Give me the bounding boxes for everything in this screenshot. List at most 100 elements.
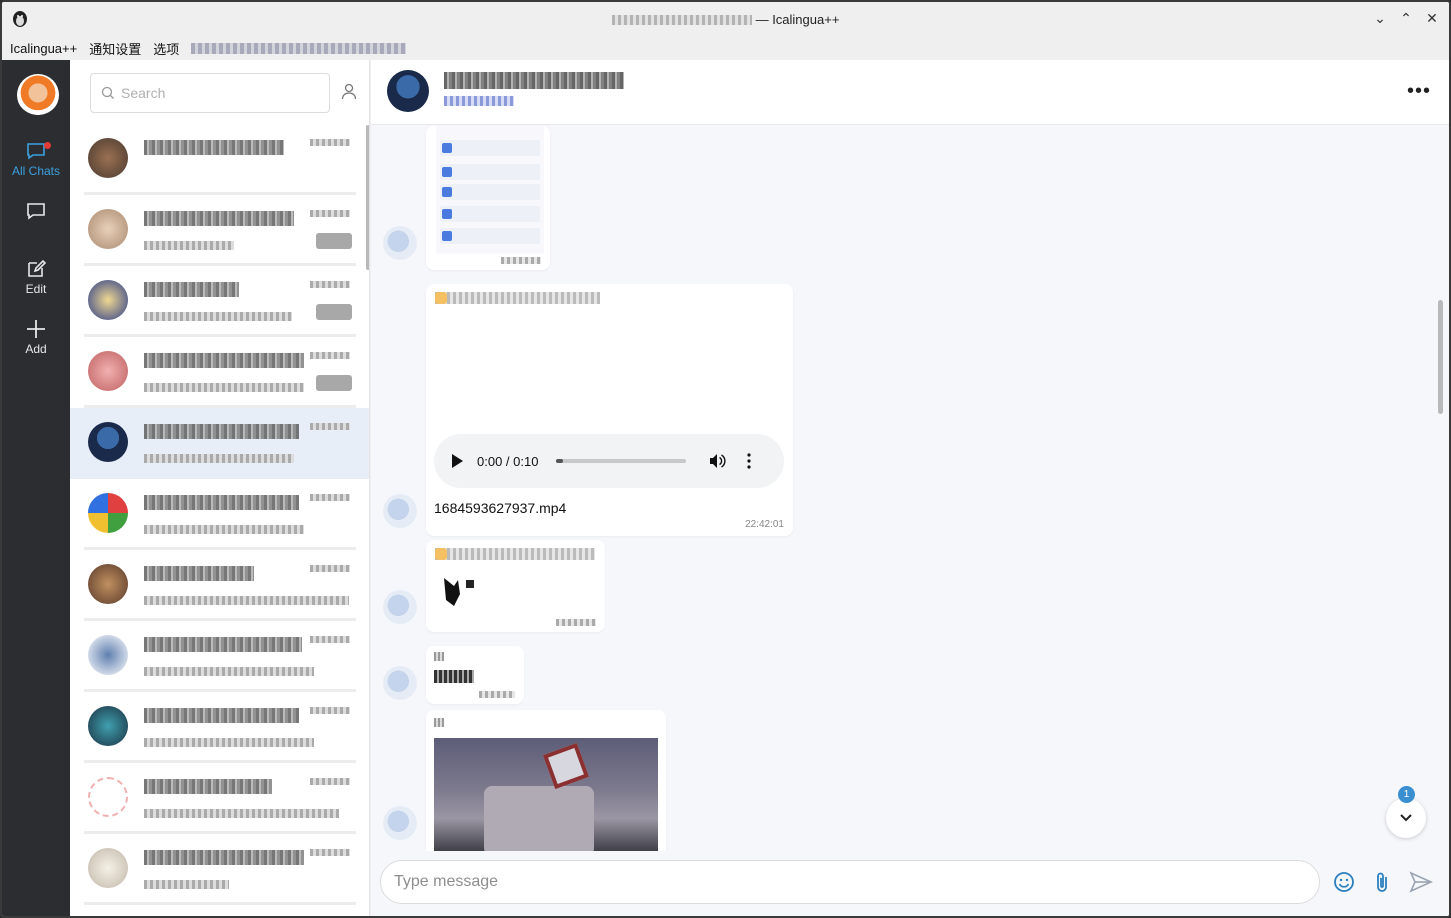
rail-add[interactable]: Add xyxy=(2,318,70,356)
chat-name xyxy=(144,282,304,301)
unread-badge xyxy=(316,375,352,391)
chat-preview xyxy=(144,734,314,747)
list-item[interactable] xyxy=(70,337,369,408)
emoji-icon[interactable] xyxy=(1333,871,1355,893)
image-attachment[interactable] xyxy=(436,126,544,254)
chat-preview xyxy=(144,521,304,534)
window-title: — Icalingua++ xyxy=(611,12,839,27)
chat-name xyxy=(144,708,304,727)
unread-badge xyxy=(316,233,352,249)
sender-avatar[interactable] xyxy=(383,494,417,528)
window-controls: ⌄ ⌃ ✕ xyxy=(1373,9,1439,27)
list-item[interactable] xyxy=(70,834,369,905)
scroll-to-bottom-button[interactable]: 1 xyxy=(1386,786,1426,838)
chat-time xyxy=(310,280,350,291)
reply-quote[interactable] xyxy=(435,548,595,560)
sticker-image[interactable] xyxy=(440,574,478,608)
image-attachment[interactable] xyxy=(434,738,658,851)
chat-preview xyxy=(144,592,349,605)
list-item[interactable] xyxy=(70,621,369,692)
avatar xyxy=(88,422,128,462)
list-item[interactable] xyxy=(70,124,369,195)
rail-all-chats[interactable]: All Chats xyxy=(2,140,70,178)
message-bubble: 0:00 / 0:10 1684593627937.mp4 22:42:01 xyxy=(426,284,793,536)
chat-bubble-outline-icon xyxy=(27,203,45,220)
conversation-avatar[interactable] xyxy=(387,70,429,112)
menu-bar: Icalingua++ 通知设置 选项 xyxy=(2,36,1449,60)
media-player: 0:00 / 0:10 xyxy=(434,434,784,488)
avatar xyxy=(88,564,128,604)
chat-preview xyxy=(144,450,294,463)
sender-avatar[interactable] xyxy=(383,226,417,260)
chat-name xyxy=(144,495,304,514)
list-item-active[interactable] xyxy=(70,408,369,479)
close-icon[interactable]: ✕ xyxy=(1425,9,1439,27)
sender-name xyxy=(434,652,444,661)
reply-quote[interactable] xyxy=(435,292,600,304)
avatar xyxy=(88,848,128,888)
sender-avatar[interactable] xyxy=(383,806,417,840)
list-item[interactable] xyxy=(70,266,369,337)
list-item[interactable] xyxy=(70,195,369,266)
menu-notification-settings[interactable]: 通知设置 xyxy=(89,39,141,58)
maximize-icon[interactable]: ⌃ xyxy=(1399,9,1413,27)
message-input[interactable] xyxy=(380,860,1320,904)
composer xyxy=(371,853,1449,916)
chat-name xyxy=(144,211,304,230)
avatar xyxy=(88,138,128,178)
message-bubble xyxy=(426,126,550,270)
sender-avatar[interactable] xyxy=(383,590,417,624)
media-progress-bar[interactable] xyxy=(556,459,687,463)
chat-preview xyxy=(144,379,304,392)
rail-edit[interactable]: Edit xyxy=(2,258,70,296)
list-item[interactable] xyxy=(70,692,369,763)
message-bubble xyxy=(426,540,605,632)
plus-icon xyxy=(27,320,45,338)
contacts-icon[interactable] xyxy=(340,82,358,100)
menu-app[interactable]: Icalingua++ xyxy=(10,41,77,56)
media-progress-fill xyxy=(556,459,563,463)
attachment-filename[interactable]: 1684593627937.mp4 xyxy=(434,500,566,516)
avatar xyxy=(88,777,128,817)
attachment-icon[interactable] xyxy=(1373,871,1391,895)
kebab-menu-icon[interactable] xyxy=(744,452,754,470)
rail-chats[interactable] xyxy=(2,200,70,224)
search-box xyxy=(90,73,330,113)
chat-list-scrollbar[interactable] xyxy=(366,125,369,270)
chat-time xyxy=(310,848,350,859)
avatar xyxy=(88,493,128,533)
more-options-icon[interactable]: ••• xyxy=(1407,80,1431,103)
rail-edit-label: Edit xyxy=(25,282,47,296)
search-input[interactable] xyxy=(121,85,321,101)
chat-time xyxy=(310,138,350,149)
chat-name xyxy=(144,566,304,585)
message-bubble xyxy=(426,710,666,851)
menu-options[interactable]: 选项 xyxy=(153,39,179,58)
unread-count-badge: 1 xyxy=(1398,786,1415,803)
message-scrollbar[interactable] xyxy=(1438,300,1443,414)
avatar xyxy=(88,635,128,675)
menu-chat-info[interactable] xyxy=(191,42,407,54)
volume-icon[interactable] xyxy=(708,452,726,470)
media-current-time: 0:00 xyxy=(477,453,503,469)
my-avatar[interactable] xyxy=(17,74,59,116)
message-time xyxy=(501,257,541,264)
chat-list xyxy=(70,124,369,905)
chat-name xyxy=(144,140,304,159)
chat-time xyxy=(310,493,350,504)
play-icon[interactable] xyxy=(452,454,463,468)
app-window: — Icalingua++ ⌄ ⌃ ✕ Icalingua++ 通知设置 选项 … xyxy=(0,0,1451,918)
chat-time xyxy=(310,422,350,433)
message-bubble xyxy=(426,646,524,704)
avatar xyxy=(88,280,128,320)
list-item[interactable] xyxy=(70,479,369,550)
list-item[interactable] xyxy=(70,763,369,834)
message-text xyxy=(434,670,474,683)
title-bar: — Icalingua++ ⌄ ⌃ ✕ xyxy=(2,2,1449,36)
sender-avatar[interactable] xyxy=(383,666,417,700)
chat-name xyxy=(144,779,304,798)
send-icon[interactable] xyxy=(1409,871,1433,893)
list-item[interactable] xyxy=(70,550,369,621)
chat-sidebar xyxy=(70,60,370,916)
minimize-icon[interactable]: ⌄ xyxy=(1373,9,1387,27)
